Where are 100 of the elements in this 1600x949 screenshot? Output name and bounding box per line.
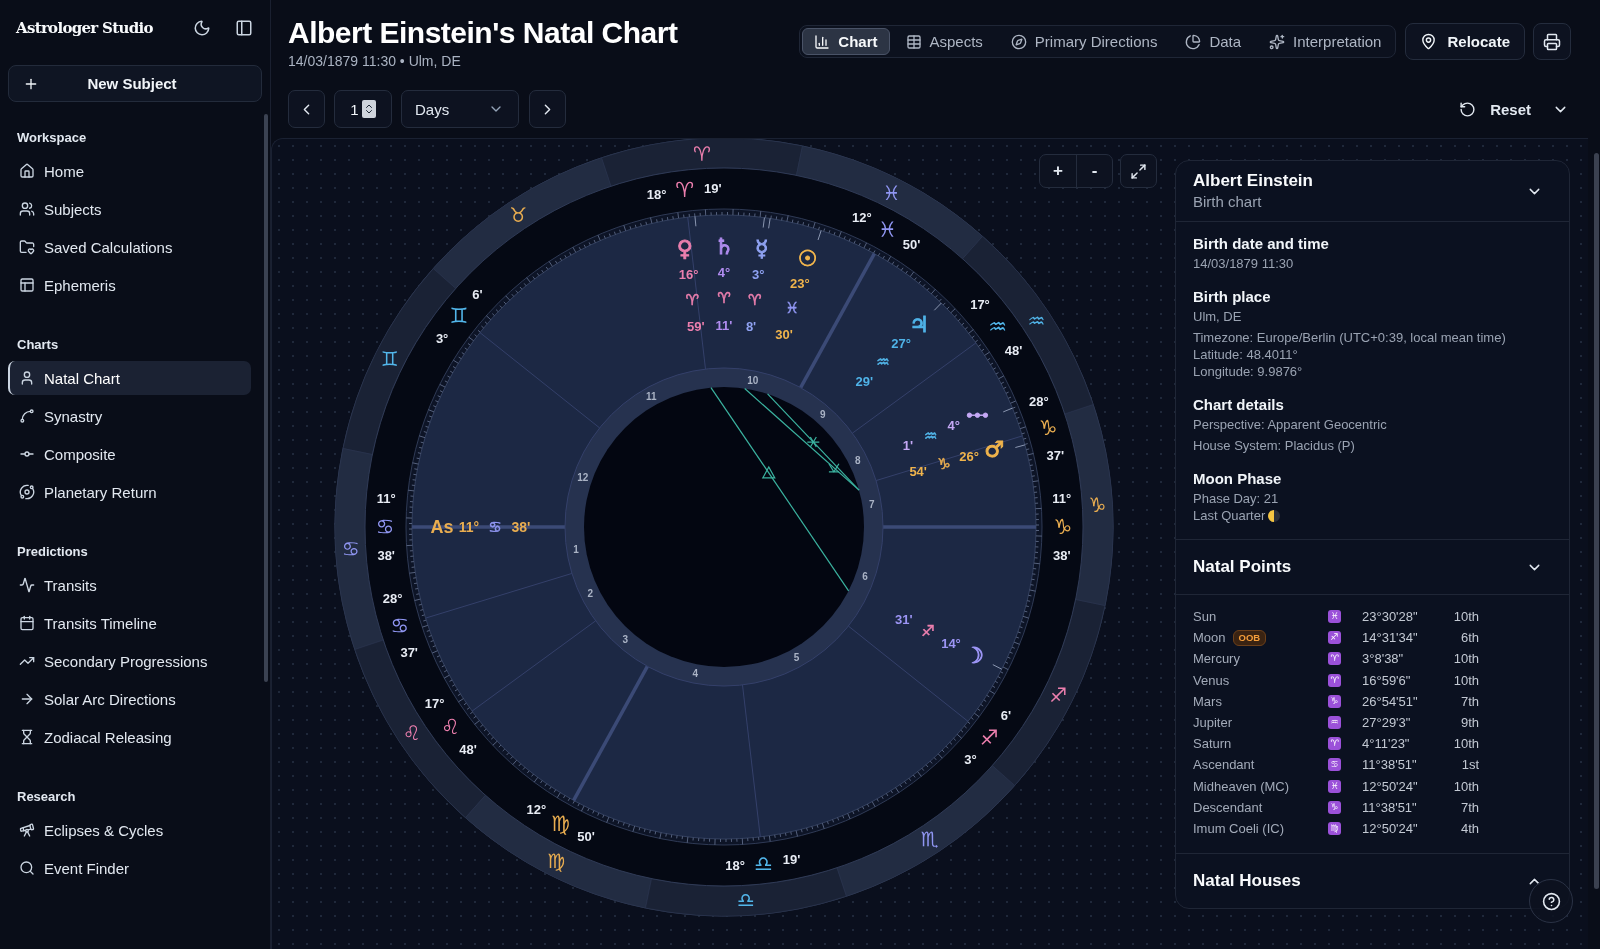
planet-glyph: ♂ (984, 437, 1004, 463)
sign-symbol: ♈ (1328, 737, 1341, 751)
cusp-minutes: 6' (472, 286, 483, 302)
unit-select[interactable]: Days (401, 90, 519, 128)
planet-degree: 3° (751, 266, 765, 282)
zodiac-sign: ♐ (1049, 682, 1068, 707)
sign-symbol: ♑ (1328, 800, 1341, 814)
sign-symbol: ♈ (1328, 652, 1341, 666)
scrollbar-thumb[interactable] (1594, 153, 1599, 889)
point-house: 10th (1452, 651, 1479, 667)
ascendant-label: As (430, 517, 454, 537)
planet-glyph: ☽ (964, 642, 984, 668)
point-name: Descendant (1193, 799, 1263, 815)
reset-button[interactable]: Reset (1445, 92, 1545, 126)
zodiac-sign: ♈ (693, 141, 712, 166)
scrollbar-thumb[interactable] (264, 114, 268, 682)
point-position: 12°50'24" (1362, 778, 1419, 794)
view-tab[interactable]: Aspects (893, 28, 995, 55)
house-icon (19, 163, 35, 179)
view-tab[interactable]: Chart (802, 28, 890, 55)
nav-item[interactable]: Synastry (8, 399, 251, 433)
house-number: 10 (747, 374, 759, 386)
help-icon (1541, 891, 1561, 911)
zodiac-sign: ♏ (920, 827, 939, 852)
cusp-sign: ♎ (754, 851, 773, 876)
point-position: 27°29'3" (1362, 715, 1412, 731)
detail-text: Ulm, DE (1193, 308, 1243, 325)
section-heading: Natal Points (1193, 557, 1292, 577)
nav-item[interactable]: Zodiacal Releasing (8, 720, 251, 754)
zodiac-sign: ♉ (509, 202, 528, 227)
cusp-minutes: 37' (1046, 448, 1065, 463)
planet-glyph: ♄ (714, 233, 734, 259)
point-house: 10th (1452, 672, 1479, 688)
cusp-degree: 3° (435, 331, 449, 347)
cusp-degree: 17° (970, 297, 990, 313)
cusp-degree: 17° (424, 695, 445, 711)
print-button[interactable] (1533, 23, 1571, 60)
nav-item[interactable]: Transits (8, 568, 251, 602)
spinner-icon[interactable] (361, 100, 376, 118)
new-subject-button[interactable]: New Subject (8, 65, 262, 102)
sign-symbol: ♑ (1328, 694, 1341, 708)
nav-item[interactable]: Solar Arc Directions (8, 682, 251, 716)
nav-item[interactable]: Natal Chart (8, 361, 251, 395)
telescope-icon (19, 822, 35, 838)
zoom-out-button[interactable]: - (1076, 155, 1112, 187)
sign-symbol: ♈ (1328, 673, 1341, 687)
nav-item[interactable]: Eclipses & Cycles (8, 813, 251, 847)
planet-glyph: ♃ (909, 312, 930, 338)
chart-type: Birth chart (1193, 192, 1263, 212)
orbit-icon (19, 484, 35, 500)
detail-text: House System: Placidus (P) (1193, 437, 1356, 454)
planet-sign: ♓ (785, 299, 799, 318)
cusp-degree: 18° (725, 858, 745, 874)
cusp-sign: ♓ (877, 217, 897, 242)
nav-item[interactable]: Composite (8, 437, 251, 471)
planet-degree: 26° (959, 449, 979, 465)
point-name: Sun (1193, 609, 1217, 625)
nav-item[interactable]: Transits Timeline (8, 606, 251, 640)
hourglass-icon (19, 729, 35, 745)
nav-item[interactable]: Secondary Progressions (8, 644, 251, 678)
detail-heading: Moon Phase (1193, 469, 1283, 489)
users-icon (19, 201, 35, 217)
planet-minutes: 30' (775, 326, 793, 342)
point-position: 4°11'23" (1362, 736, 1411, 752)
planet-sign: ♈ (717, 289, 731, 307)
view-tab[interactable]: Data (1173, 28, 1254, 55)
nav-item[interactable]: Event Finder (8, 851, 251, 885)
planet-degree: 27° (891, 336, 911, 352)
view-tab[interactable]: Interpretation (1257, 28, 1394, 55)
house-number: 8 (854, 454, 861, 466)
nav-item[interactable]: Subjects (8, 192, 251, 226)
relocate-button[interactable]: Relocate (1405, 23, 1525, 60)
point-sign: ♒ (924, 426, 938, 445)
fullscreen-button[interactable] (1120, 154, 1157, 188)
zodiac-sign: ♋ (341, 536, 360, 561)
pulse-icon (19, 577, 35, 593)
detail-text: Timezone: Europe/Berlin (UTC+0:39, local mean time) (1193, 329, 1506, 346)
house-number: 5 (793, 652, 800, 664)
cusp-minutes: 50' (577, 829, 595, 845)
cusp-minutes: 48' (1004, 343, 1023, 359)
nav-item[interactable]: Ephemeris (8, 268, 251, 302)
planet-minutes: 59' (687, 319, 705, 335)
zodiac-sign: ♊ (380, 347, 399, 372)
help-button[interactable] (1529, 879, 1573, 923)
nav-item[interactable]: Planetary Return (8, 475, 251, 509)
status-tag: OOB (1232, 629, 1267, 646)
detail-text: Last Quarter (1193, 507, 1266, 524)
folder-icon (19, 239, 35, 255)
cusp-sign: ♋ (375, 515, 395, 539)
house-number: 9 (819, 409, 826, 421)
view-tab[interactable]: Primary Directions (998, 28, 1170, 55)
step-number-field[interactable]: 1 (334, 90, 392, 128)
cusp-minutes: 38' (377, 547, 395, 563)
nav-item[interactable]: Home (8, 154, 251, 188)
point-position: 16°59'6" (1362, 672, 1412, 688)
planet-minutes: 11' (715, 317, 733, 333)
nav-item[interactable]: Saved Calculations (8, 230, 251, 264)
half-moon-icon (1268, 509, 1281, 522)
zoom-in-button[interactable]: + (1040, 155, 1076, 187)
bar-chart-icon (814, 33, 831, 50)
